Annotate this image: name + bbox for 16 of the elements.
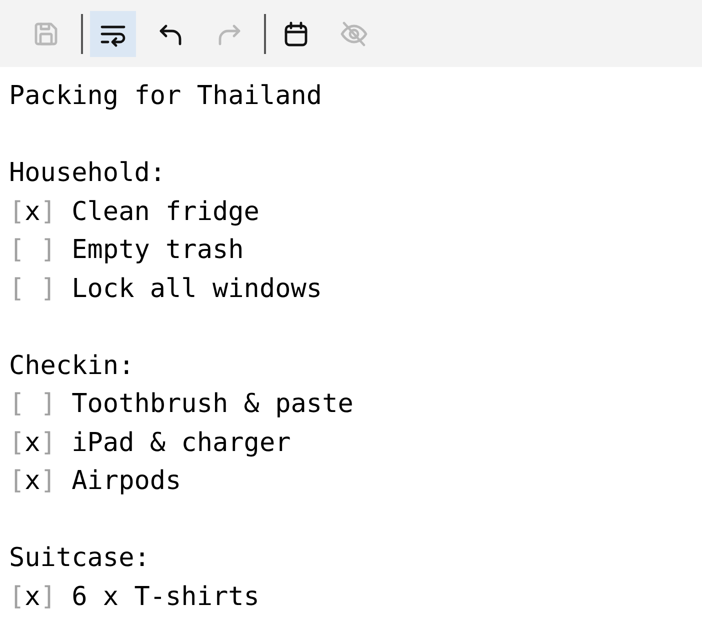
word-wrap-button[interactable] xyxy=(90,10,136,56)
section-heading: Checkin: xyxy=(9,350,134,380)
task-text: Airpods xyxy=(72,465,182,498)
task-text: 6 x T-shirts xyxy=(72,580,260,614)
task-text: Lock all windows xyxy=(72,272,322,306)
checkbox-marker[interactable]: [x] xyxy=(9,462,56,500)
task-text: iPad & charger xyxy=(72,426,291,460)
checkbox-marker[interactable]: [x] xyxy=(9,424,56,462)
checkbox-marker[interactable]: [x] xyxy=(9,192,56,231)
checkbox-marker[interactable]: [x] xyxy=(9,578,56,616)
document-title: Packing for Thailand xyxy=(9,81,322,111)
task-text: Toothbrush & paste xyxy=(72,388,354,421)
task-text: Empty trash xyxy=(72,234,244,267)
section-heading: Household: xyxy=(9,158,166,188)
task-text: Clean fridge xyxy=(72,196,260,228)
section-heading: Suitcase: xyxy=(9,543,150,573)
